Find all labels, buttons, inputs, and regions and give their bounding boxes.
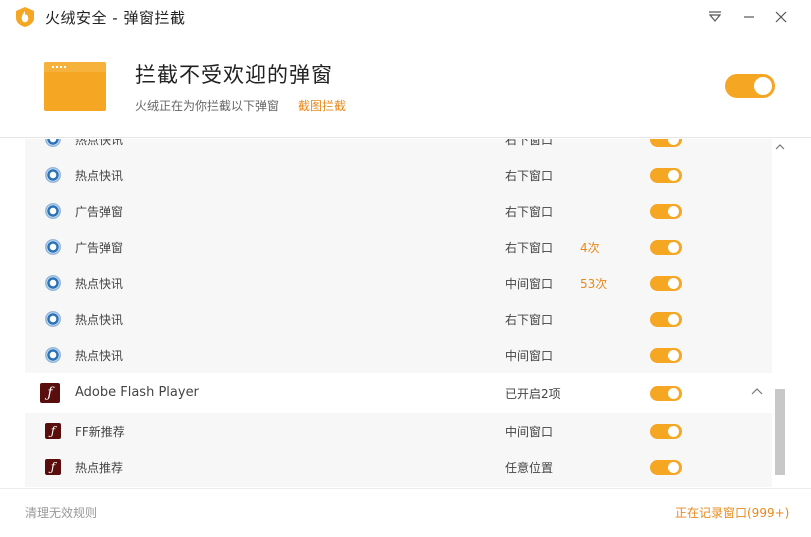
illustration-dots <box>52 66 66 68</box>
rule-row: 热点快讯 右下窗口 <box>25 301 772 337</box>
rule-position: 中间窗口 <box>505 349 554 363</box>
rule-name: 广告弹窗 <box>75 241 124 255</box>
toggle-knob <box>668 170 679 181</box>
rule-row: 广告弹窗 右下窗口 4次 <box>25 229 772 265</box>
rule-name: 广告弹窗 <box>75 205 124 219</box>
rule-toggle[interactable] <box>650 276 682 291</box>
rule-toggle[interactable] <box>650 424 682 439</box>
group-name: Adobe Flash Player <box>75 385 199 400</box>
rule-name: 热点快讯 <box>75 169 124 183</box>
rule-toggle[interactable] <box>650 240 682 255</box>
rule-position: 任意位置 <box>505 461 554 475</box>
rule-position: 右下窗口 <box>505 139 554 147</box>
close-icon[interactable] <box>769 6 793 28</box>
footer: 清理无效规则 正在记录窗口(999+) <box>0 488 811 537</box>
rule-row: ƒ FF新推荐 中间窗口 <box>25 413 772 449</box>
rule-toggle[interactable] <box>650 139 682 147</box>
toggle-knob <box>668 314 679 325</box>
toggle-knob <box>668 426 679 437</box>
rule-name: 热点快讯 <box>75 139 124 147</box>
toggle-knob <box>668 462 679 473</box>
clear-invalid-rules-link[interactable]: 清理无效规则 <box>25 504 97 521</box>
rule-name: FF新推荐 <box>75 425 125 439</box>
group-status: 已开启2项 <box>505 387 561 401</box>
rule-position: 右下窗口 <box>505 169 554 183</box>
gear-app-icon <box>45 239 61 255</box>
rule-toggle[interactable] <box>650 204 682 219</box>
app-group-row[interactable]: ƒ Adobe Flash Player 已开启2项 <box>25 373 772 413</box>
rule-count: 53次 <box>580 277 608 291</box>
rule-position: 中间窗口 <box>505 277 554 291</box>
gear-app-icon <box>45 203 61 219</box>
scroll-thumb[interactable] <box>775 389 785 475</box>
toggle-knob <box>668 206 679 217</box>
rule-row: 热点快讯 中间窗口 <box>25 337 772 373</box>
rule-toggle[interactable] <box>650 386 682 401</box>
toggle-knob <box>668 388 679 399</box>
page-title: 拦截不受欢迎的弹窗 <box>135 63 333 87</box>
page-subtitle: 火绒正在为你拦截以下弹窗 <box>135 99 280 113</box>
master-toggle[interactable] <box>725 74 775 98</box>
rule-row: 热点快讯 右下窗口 <box>25 139 772 157</box>
rule-position: 右下窗口 <box>505 205 554 219</box>
toggle-knob <box>668 350 679 361</box>
rule-position: 中间窗口 <box>505 425 554 439</box>
title-bar: 火绒安全 - 弹窗拦截 <box>0 0 811 34</box>
rule-row: 广告弹窗 右下窗口 <box>25 193 772 229</box>
huorong-logo-icon <box>16 7 34 27</box>
flash-icon: ƒ <box>40 383 60 403</box>
rule-toggle[interactable] <box>650 312 682 327</box>
screenshot-block-link[interactable]: 截图拦截 <box>298 97 346 114</box>
flash-icon: ƒ <box>45 459 61 475</box>
rule-count: 4次 <box>580 241 600 255</box>
rule-name: 热点快讯 <box>75 277 124 291</box>
gear-app-icon <box>45 275 61 291</box>
gear-app-icon <box>45 139 61 147</box>
flash-icon: ƒ <box>45 423 61 439</box>
window-title: 火绒安全 - 弹窗拦截 <box>45 9 186 27</box>
rule-name: 热点快讯 <box>75 349 124 363</box>
gear-app-icon <box>45 347 61 363</box>
rule-toggle[interactable] <box>650 168 682 183</box>
rule-row: 热点快讯 右下窗口 <box>25 157 772 193</box>
header-panel: 拦截不受欢迎的弹窗 火绒正在为你拦截以下弹窗 截图拦截 <box>0 34 811 138</box>
rule-name: 热点快讯 <box>75 313 124 327</box>
chevron-up-icon[interactable] <box>751 385 763 399</box>
menu-dropdown-icon[interactable] <box>703 6 727 28</box>
rule-toggle[interactable] <box>650 460 682 475</box>
toggle-knob <box>668 242 679 253</box>
gear-app-icon <box>45 167 61 183</box>
rule-toggle[interactable] <box>650 348 682 363</box>
toggle-knob <box>668 278 679 289</box>
scroll-up-icon[interactable] <box>775 141 785 153</box>
rule-name: 热点推荐 <box>75 461 124 475</box>
gear-app-icon <box>45 311 61 327</box>
rule-row: 热点快讯 中间窗口 53次 <box>25 265 772 301</box>
recording-windows-link[interactable]: 正在记录窗口(999+) <box>675 504 789 521</box>
minimize-icon[interactable] <box>737 6 761 28</box>
popup-window-illustration <box>44 62 106 111</box>
toggle-knob <box>668 139 679 145</box>
rule-position: 右下窗口 <box>505 241 554 255</box>
rule-position: 右下窗口 <box>505 313 554 327</box>
list-scrollbar[interactable] <box>773 139 787 487</box>
popup-rule-list[interactable]: 热点快讯 右下窗口 热点快讯 右下窗口 广告弹窗 右下窗口 广告弹窗 右下窗口 4次 热点快讯 中间… <box>25 139 772 487</box>
rule-row: ƒ 热点推荐 任意位置 <box>25 449 772 485</box>
toggle-knob <box>754 77 772 95</box>
